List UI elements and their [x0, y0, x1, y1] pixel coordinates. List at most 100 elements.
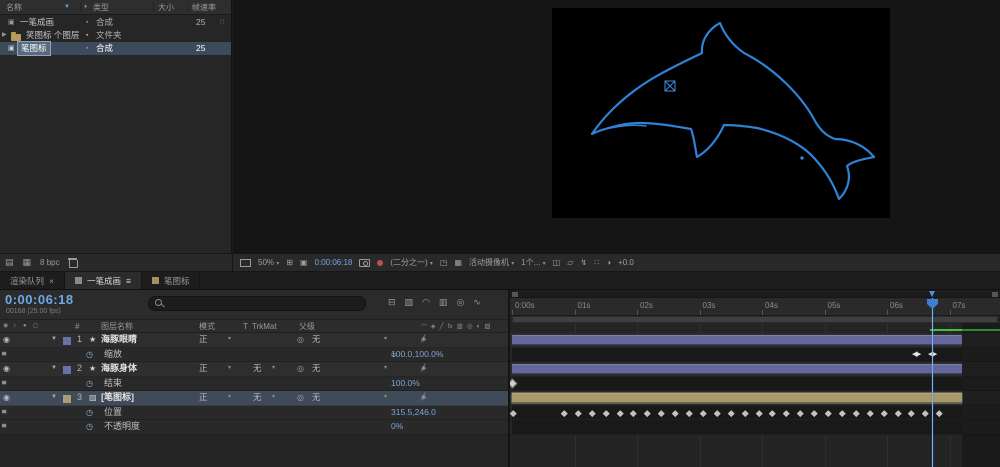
- column-type[interactable]: 类型: [93, 0, 109, 15]
- property-track[interactable]: [510, 377, 1000, 392]
- chevron-down-icon[interactable]: ▾: [228, 391, 231, 405]
- flowchart-icon[interactable]: ∷: [594, 258, 599, 267]
- column-parent[interactable]: 父级: [299, 320, 315, 333]
- layer-row[interactable]: ◉ ▼ 1 ★ 海豚眼睛 正常 ▾ ◎ 无 ▾ ◈╱: [0, 333, 508, 348]
- layer-duration-bar[interactable]: [512, 393, 962, 403]
- layer-row[interactable]: ◉ ▼ 2 ★ 海豚身体 正常 ▾ 无 ▾ ◎ 无 ▾ ◈╱: [0, 362, 508, 377]
- property-name[interactable]: 缩放: [104, 348, 122, 362]
- chevron-down-icon[interactable]: ▾: [272, 362, 275, 376]
- display-icon[interactable]: [240, 259, 251, 267]
- snapshot-icon[interactable]: [359, 259, 370, 267]
- transparency-grid-icon[interactable]: ▦: [454, 258, 462, 267]
- item-name[interactable]: 一笔成画: [20, 16, 54, 29]
- chevron-down-icon[interactable]: ▾: [228, 362, 231, 376]
- parent-pickwhip-icon[interactable]: ◎: [297, 391, 304, 405]
- column-layer-name[interactable]: 图层名称: [101, 320, 133, 333]
- view-layout-select[interactable]: 1个... ▾: [521, 257, 545, 268]
- property-track[interactable]: [510, 406, 1000, 421]
- property-row[interactable]: ◀◆▶ ◷ 结束 100.0%: [0, 377, 508, 392]
- property-name[interactable]: 位置: [104, 406, 122, 420]
- column-name[interactable]: 名称: [6, 0, 22, 15]
- column-t[interactable]: T: [243, 320, 248, 333]
- sort-arrow-icon[interactable]: ▼: [64, 0, 70, 15]
- current-timecode[interactable]: 0:00:06:18: [5, 292, 74, 307]
- keyframe[interactable]: ◀▶: [912, 350, 920, 358]
- layer-duration-bar[interactable]: [512, 364, 962, 374]
- layer-track[interactable]: [510, 333, 1000, 348]
- timeline-search-input[interactable]: [168, 297, 359, 310]
- zoom-select[interactable]: 50% ▾: [258, 258, 279, 267]
- property-name[interactable]: 不透明度: [104, 420, 140, 434]
- composition-viewer[interactable]: [233, 0, 1000, 253]
- pixel-aspect-icon[interactable]: ▱: [567, 258, 573, 267]
- property-name[interactable]: 结束: [104, 377, 122, 391]
- tab-composition-active[interactable]: 一笔成画 ≡: [65, 272, 142, 289]
- item-name[interactable]: 笑图标 个图层: [26, 29, 79, 42]
- chevron-down-icon[interactable]: ▾: [228, 333, 231, 347]
- work-area-bar[interactable]: [512, 316, 998, 323]
- layer-name[interactable]: 海豚眼睛: [101, 333, 137, 347]
- tab-render-queue[interactable]: 渲染队列 ×: [0, 272, 65, 289]
- layer-color-swatch[interactable]: [63, 395, 71, 403]
- time-navigator[interactable]: [510, 290, 1000, 298]
- project-row[interactable]: ▶ 笑图标 个图层 ▪ 文件夹: [0, 29, 231, 42]
- column-framerate[interactable]: 帧速率: [192, 0, 216, 15]
- parent-pickwhip-icon[interactable]: ◎: [297, 333, 304, 347]
- column-size[interactable]: 大小: [158, 0, 174, 15]
- mini-flowchart-icon[interactable]: ⊟: [388, 297, 396, 308]
- exposure-value[interactable]: +0.0: [618, 258, 634, 267]
- stopwatch-icon[interactable]: ◷: [86, 406, 93, 420]
- resolution-select[interactable]: (二分之一) ▾: [390, 257, 433, 268]
- show-channels-icon[interactable]: [377, 260, 383, 266]
- motion-blur-icon[interactable]: ◎: [456, 297, 464, 308]
- chevron-down-icon[interactable]: ▾: [384, 333, 387, 347]
- chevron-down-icon[interactable]: ▾: [384, 362, 387, 376]
- time-ruler[interactable]: 0:00s01s02s03s04s05s06s07s: [510, 298, 1000, 316]
- layer-track-selected[interactable]: [510, 391, 1000, 406]
- item-name[interactable]: 笔图标: [18, 42, 50, 55]
- stopwatch-icon[interactable]: ◷: [86, 348, 93, 362]
- graph-editor-icon[interactable]: ∿: [473, 297, 481, 308]
- trash-icon[interactable]: [69, 258, 77, 268]
- layer-duration-bar[interactable]: [512, 335, 962, 345]
- layer-color-swatch[interactable]: [63, 366, 71, 374]
- comp-canvas[interactable]: [552, 8, 890, 218]
- shy-layers-icon[interactable]: ◠: [422, 297, 430, 308]
- chevron-down-icon[interactable]: ▾: [272, 391, 275, 405]
- layer-name[interactable]: 海豚身体: [101, 362, 137, 376]
- column-trkmat[interactable]: TrkMat: [252, 320, 277, 333]
- camera-select[interactable]: 活动摄像机 ▾: [469, 257, 514, 268]
- parent-pickwhip-icon[interactable]: ◎: [297, 362, 304, 376]
- eye-icon[interactable]: ◉: [3, 362, 10, 376]
- fast-preview-icon[interactable]: ↯: [580, 258, 587, 267]
- search-box[interactable]: [148, 296, 366, 311]
- expand-arrow-icon[interactable]: ▼: [51, 391, 57, 405]
- adjust-exposure-icon[interactable]: ◑: [606, 258, 611, 267]
- property-track[interactable]: ◀▶◀▶: [510, 348, 1000, 363]
- navigator-end-handle[interactable]: [992, 292, 998, 297]
- view-layout-icon[interactable]: ◫: [553, 258, 561, 267]
- viewer-timecode[interactable]: 0:00:06:18: [315, 258, 353, 267]
- project-row[interactable]: ▣ 一笔成画 ▪ 合成 25 ∷: [0, 16, 231, 29]
- region-of-interest-icon[interactable]: ◳: [440, 258, 448, 267]
- frame-blend-icon[interactable]: ▥: [439, 297, 448, 308]
- expand-arrow-icon[interactable]: ▼: [51, 362, 57, 376]
- property-track[interactable]: [510, 420, 1000, 435]
- project-row-selected[interactable]: ▣ 笔图标 ▪ 合成 25: [0, 42, 231, 55]
- stopwatch-icon[interactable]: ◷: [86, 377, 93, 391]
- eye-icon[interactable]: ◉: [3, 391, 10, 405]
- layer-color-swatch[interactable]: [63, 337, 71, 345]
- interpret-footage-icon[interactable]: ▤: [5, 257, 14, 268]
- navigator-start-handle[interactable]: [512, 292, 518, 297]
- new-composition-icon[interactable]: ▦: [23, 257, 32, 268]
- property-row[interactable]: ◀◆▶ ◷ 不透明度 0%: [0, 420, 508, 435]
- current-time-indicator[interactable]: [932, 298, 933, 467]
- tab-composition[interactable]: 笔图标: [142, 272, 201, 289]
- layer-track[interactable]: [510, 362, 1000, 377]
- mask-visibility-icon[interactable]: ▣: [300, 258, 308, 267]
- close-icon[interactable]: ×: [49, 276, 54, 286]
- stopwatch-icon[interactable]: ◷: [86, 420, 93, 434]
- chevron-down-icon[interactable]: ▾: [384, 391, 387, 405]
- property-row[interactable]: ◀◆▶ ◷ 缩放 ∞100.0,100.0%: [0, 348, 508, 363]
- layer-row-selected[interactable]: ◉ ▼ 3 ▨ [笔图标] 正常 ▾ 无 ▾ ◎ 无 ▾ ◈╱: [0, 391, 508, 406]
